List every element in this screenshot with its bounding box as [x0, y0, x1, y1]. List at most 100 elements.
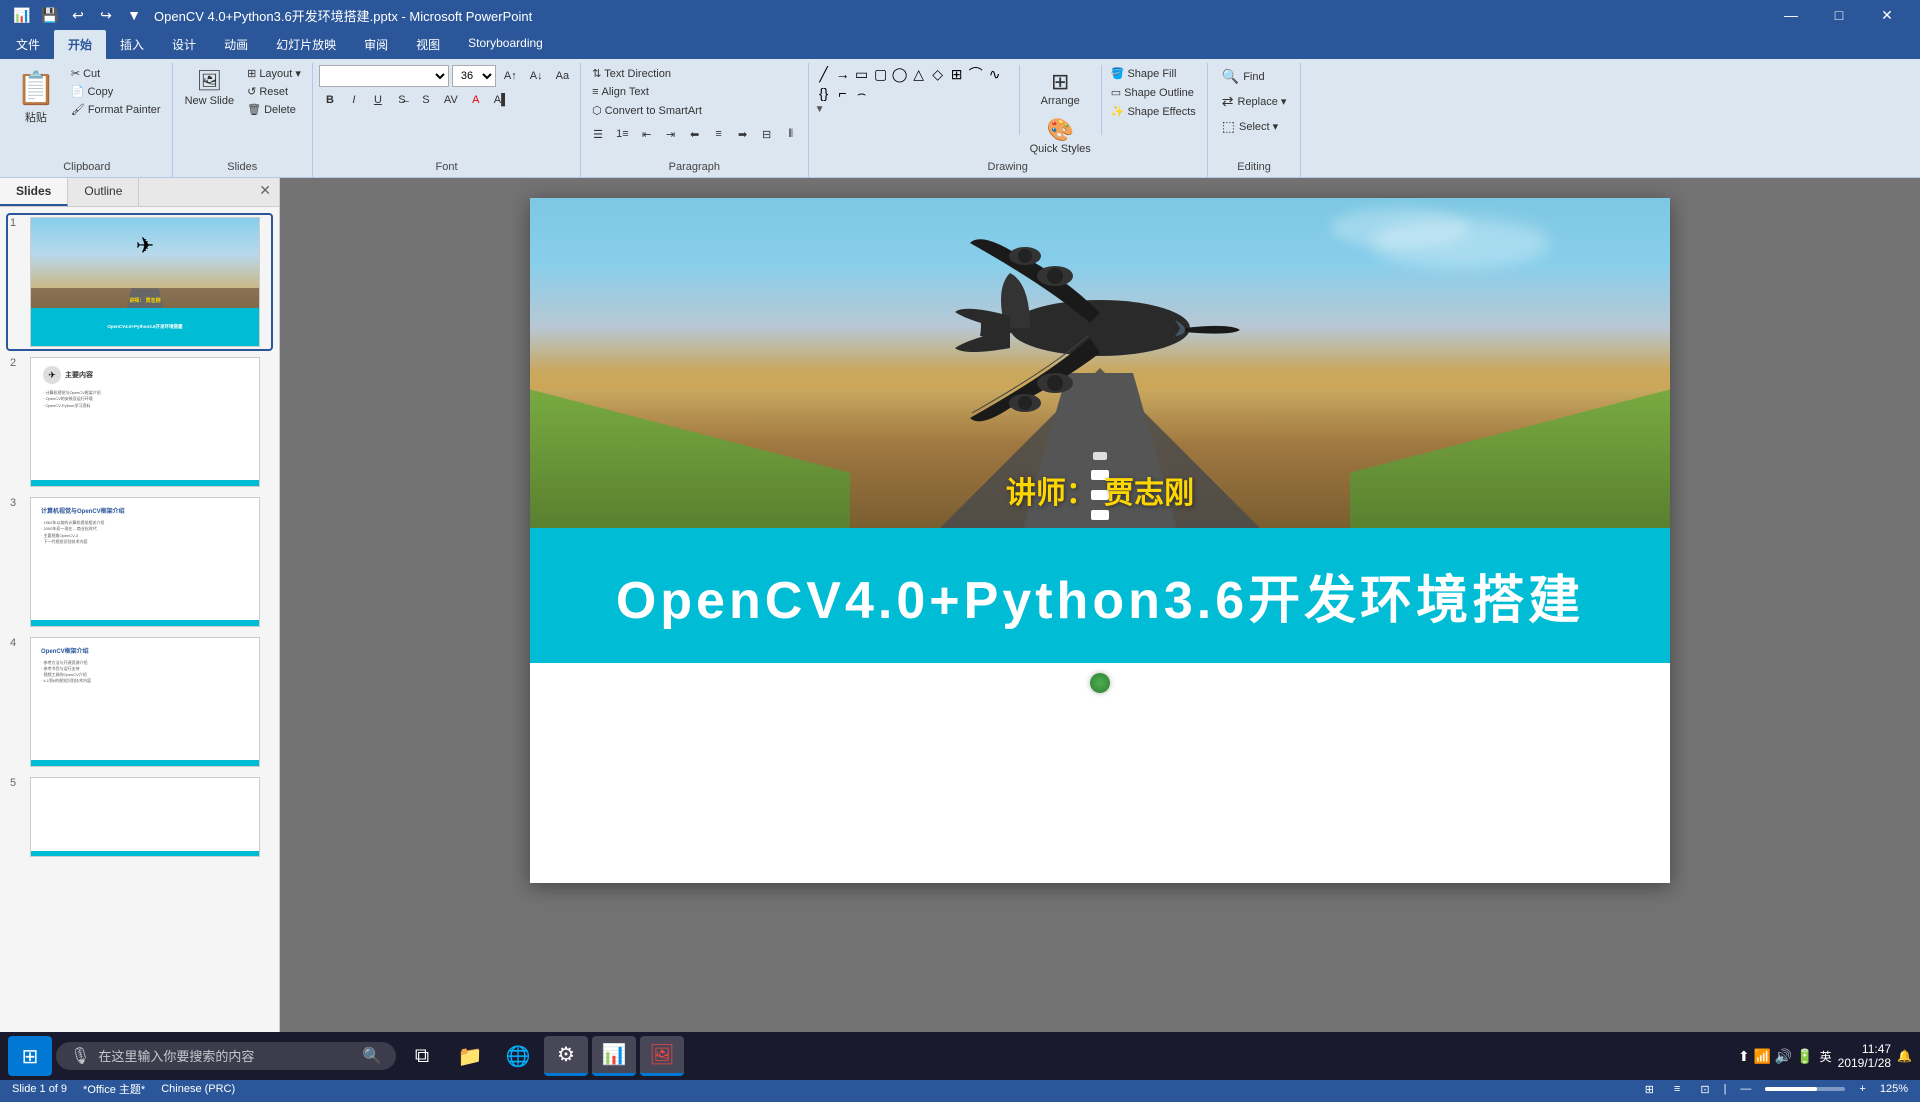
search-bar[interactable]: 🎙 🔍	[56, 1042, 396, 1070]
zoom-slider[interactable]	[1765, 1087, 1845, 1091]
presentation-taskbar-button[interactable]: 🖼	[640, 1036, 684, 1076]
increase-font-button[interactable]: A↑	[499, 65, 522, 87]
select-button[interactable]: ⬚ Select ▾	[1214, 115, 1295, 138]
clear-format-button[interactable]: Aa	[551, 65, 574, 87]
shape-effects-button[interactable]: ✨ Shape Effects	[1106, 103, 1201, 120]
notification-button[interactable]: 🔔	[1897, 1049, 1912, 1063]
start-button[interactable]: ⊞	[8, 1036, 52, 1076]
font-color-button[interactable]: A	[465, 89, 487, 111]
shape-arc[interactable]: ⌢	[853, 84, 871, 102]
more-shapes[interactable]: ▼	[815, 104, 1015, 115]
tab-file[interactable]: 文件	[2, 30, 54, 59]
tab-design[interactable]: 设计	[158, 30, 210, 59]
tab-slideshow[interactable]: 幻灯片放映	[262, 30, 350, 59]
replace-button[interactable]: ⇄ Replace ▾	[1214, 90, 1295, 113]
shape-brace[interactable]: ⌐	[834, 84, 852, 102]
new-slide-button[interactable]: 🖼 New Slide	[179, 65, 241, 110]
zoom-out-button[interactable]: —	[1734, 1081, 1757, 1097]
powerpoint-taskbar-button[interactable]: 📊	[592, 1036, 636, 1076]
find-button[interactable]: 🔍 Find	[1214, 65, 1295, 88]
shape-diamond[interactable]: ◇	[929, 65, 947, 83]
strikethrough-button[interactable]: S̶	[391, 89, 413, 111]
slides-list: 1 ✈ 讲师： 贾志刚 OpenCV4.0+Python3.6开发环境搭建	[0, 207, 279, 1076]
slide-sorter-button[interactable]: ≡	[1668, 1081, 1686, 1097]
shape-rect[interactable]: ▭	[853, 65, 871, 83]
align-right-button[interactable]: ➡	[732, 123, 754, 145]
slide-item-5[interactable]: 5	[8, 775, 271, 859]
maximize-button[interactable]: □	[1816, 0, 1862, 30]
slide-item-3[interactable]: 3 计算机视觉与OpenCV框架介绍 · 1962年以前的计算机视觉相关介绍 ·…	[8, 495, 271, 629]
align-text-button[interactable]: ≡ Align Text	[587, 84, 654, 100]
underline-button[interactable]: U	[367, 89, 389, 111]
shape-line[interactable]: ╱	[815, 65, 833, 83]
panel-close-button[interactable]: ✕	[251, 178, 279, 206]
tab-view[interactable]: 视图	[402, 30, 454, 59]
tab-storyboarding[interactable]: Storyboarding	[454, 30, 557, 59]
search-input[interactable]	[98, 1049, 354, 1064]
text-highlight-button[interactable]: A▌	[489, 89, 514, 111]
italic-button[interactable]: I	[343, 89, 365, 111]
align-center-button[interactable]: ≡	[708, 123, 730, 145]
justify-button[interactable]: ⊟	[756, 123, 778, 145]
task-view-button[interactable]: ⧉	[400, 1036, 444, 1076]
numbered-list-button[interactable]: 1≡	[611, 123, 634, 145]
indent-decrease-button[interactable]: ⇤	[636, 123, 658, 145]
tab-outline[interactable]: Outline	[68, 178, 139, 206]
decrease-font-button[interactable]: A↓	[525, 65, 548, 87]
tab-home[interactable]: 开始	[54, 30, 106, 59]
copy-button[interactable]: 📄 Copy	[66, 83, 166, 100]
reading-view-button[interactable]: ⊡	[1694, 1081, 1715, 1098]
slide-item-4[interactable]: 4 OpenCV框架介绍 · 参考方法与开源资源介绍 · 参考书目与运行支持 ·…	[8, 635, 271, 769]
shape-bracket[interactable]: {}	[815, 84, 833, 102]
font-size-select[interactable]: 36	[452, 65, 496, 87]
reset-button[interactable]: ↺ Reset	[242, 83, 306, 100]
shape-ellipse[interactable]: ◯	[891, 65, 909, 83]
align-left-button[interactable]: ⬅	[684, 123, 706, 145]
slide-item-1[interactable]: 1 ✈ 讲师： 贾志刚 OpenCV4.0+Python3.6开发环境搭建	[8, 215, 271, 349]
tab-insert[interactable]: 插入	[106, 30, 158, 59]
shape-more[interactable]: ⊞	[948, 65, 966, 83]
quick-styles-button[interactable]: 🎨 Quick Styles	[1024, 113, 1097, 159]
shape-freeform[interactable]: ⌒	[967, 65, 985, 83]
delete-button[interactable]: 🗑 Delete	[242, 101, 306, 118]
zoom-in-button[interactable]: +	[1853, 1081, 1871, 1097]
redo-button[interactable]: ↪	[94, 3, 118, 27]
shape-arrow[interactable]: →	[834, 65, 852, 83]
slide-item-2[interactable]: 2 ✈ 主要内容 · 计算机视觉与OpenCV框架介绍 · OpenCV的安装及…	[8, 355, 271, 489]
arrange-button[interactable]: ⊞ Arrange	[1024, 65, 1097, 111]
shape-fill-button[interactable]: 🪣 Shape Fill	[1106, 65, 1201, 82]
shadow-button[interactable]: S	[415, 89, 437, 111]
bullet-list-button[interactable]: ☰	[587, 123, 609, 145]
shape-outline-button[interactable]: ▭ Shape Outline	[1106, 84, 1201, 101]
save-button[interactable]: 💾	[38, 3, 62, 27]
shape-curve[interactable]: ∿	[986, 65, 1004, 83]
shape-triangle[interactable]: △	[910, 65, 928, 83]
minimize-button[interactable]: —	[1768, 0, 1814, 30]
convert-smartart-button[interactable]: ⬡ Convert to SmartArt	[587, 102, 707, 119]
format-painter-button[interactable]: 🖌 Format Painter	[66, 101, 166, 118]
paste-button[interactable]: 📋 粘贴	[8, 65, 64, 129]
bold-button[interactable]: B	[319, 89, 341, 111]
layout-button[interactable]: ⊞ Layout ▾	[242, 65, 306, 82]
slide-info: Slide 1 of 9	[12, 1083, 67, 1095]
font-name-select[interactable]	[319, 65, 449, 87]
spacing-button[interactable]: AV	[439, 89, 463, 111]
browser-button[interactable]: 🌐	[496, 1036, 540, 1076]
tab-slides[interactable]: Slides	[0, 178, 68, 206]
close-button[interactable]: ✕	[1864, 0, 1910, 30]
undo-button[interactable]: ↩	[66, 3, 90, 27]
shape-roundrect[interactable]: ▢	[872, 65, 890, 83]
text-direction-button[interactable]: ⇅ Text Direction	[587, 65, 676, 82]
indent-increase-button[interactable]: ⇥	[660, 123, 682, 145]
columns-button[interactable]: ⫴	[780, 123, 802, 145]
slide-canvas[interactable]: 讲师： 贾志刚 OpenCV4.0+Python3.6开发环境搭建	[530, 198, 1670, 883]
quick-access-dropdown[interactable]: ▼	[122, 3, 146, 27]
normal-view-button[interactable]: ⊞	[1639, 1081, 1660, 1098]
file-explorer-button[interactable]: 📁	[448, 1036, 492, 1076]
tab-review[interactable]: 审阅	[350, 30, 402, 59]
tab-animations[interactable]: 动画	[210, 30, 262, 59]
slide-small-buttons: ⊞ Layout ▾ ↺ Reset 🗑 Delete	[242, 65, 306, 118]
cut-button[interactable]: ✂ Cut	[66, 65, 166, 82]
settings-app-button[interactable]: ⚙	[544, 1036, 588, 1076]
language-indicator: 英	[1820, 1048, 1832, 1065]
